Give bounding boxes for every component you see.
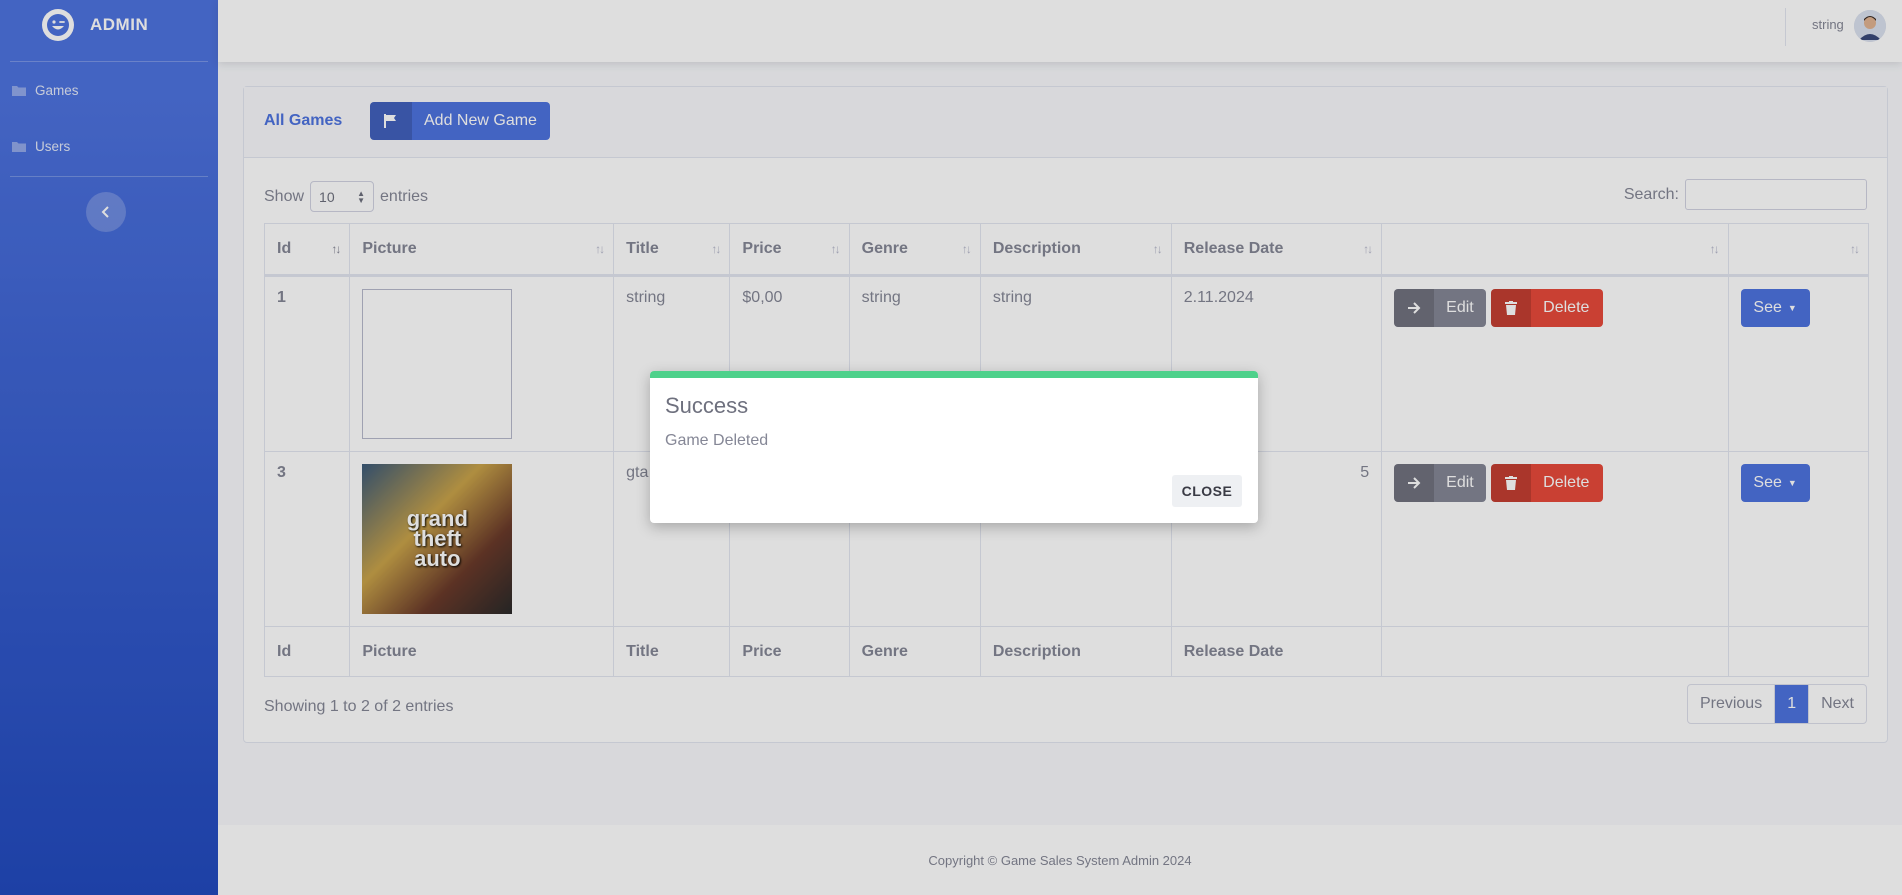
modal-accent-bar [650,371,1258,378]
modal-message: Game Deleted [665,432,769,449]
modal-title: Success [665,393,749,418]
success-modal: Success Game Deleted CLOSE [650,371,1258,523]
close-button[interactable]: CLOSE [1172,475,1242,507]
